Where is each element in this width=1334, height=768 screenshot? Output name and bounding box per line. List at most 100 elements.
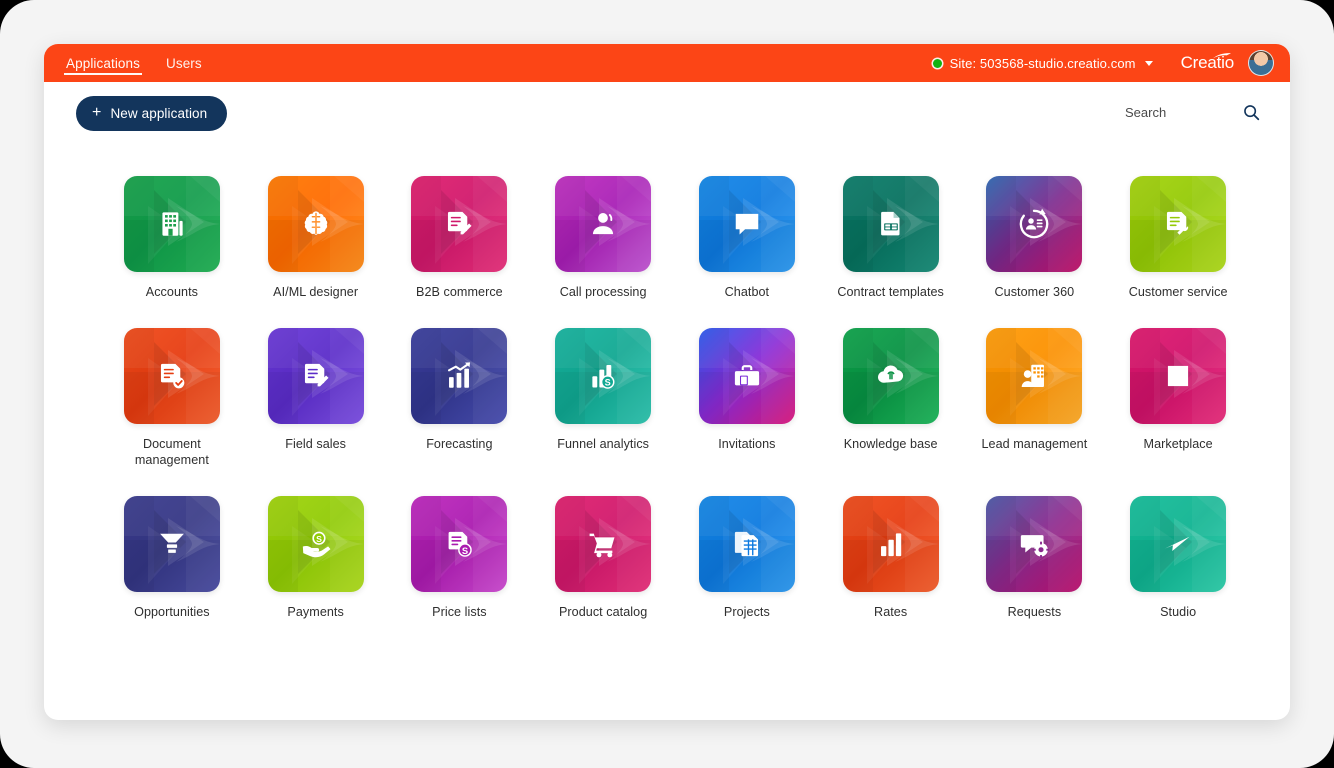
brain-icon [268,176,364,272]
app-tile-art [1130,176,1227,272]
tab-users[interactable]: Users [164,44,204,82]
chart-money-icon: S [555,328,651,424]
app-tile-label: Projects [723,605,770,619]
white-square-icon [1130,328,1226,424]
tab-applications-label: Applications [66,55,140,71]
app-tile-customer-360[interactable]: Customer 360 [963,176,1107,300]
document-wrench-icon [1130,176,1226,272]
document-edit-icon [411,176,507,272]
document-table-icon [843,176,939,272]
app-tile-label: Requests [1007,605,1062,619]
app-tile-art [267,328,364,424]
creatio-logo: Creatio [1181,53,1235,73]
new-application-label: New application [110,106,208,121]
app-tile-label: Forecasting [426,437,493,451]
app-tile-label: Lead management [981,437,1088,451]
app-window: Applications Users Site: 503568-studio.c… [44,44,1290,720]
app-tile-call-processing[interactable]: Call processing [531,176,675,300]
app-tile-art: S [555,328,652,424]
app-tile-document-management[interactable]: Document management [100,328,244,468]
app-tile-label: Customer service [1128,285,1228,299]
briefcase-icon [699,328,795,424]
app-tile-marketplace[interactable]: Marketplace [1106,328,1250,468]
app-tile-label: Opportunities [134,605,210,619]
app-tile-label: Product catalog [558,605,648,619]
svg-text:S: S [316,534,322,544]
new-application-button[interactable]: + New application [76,96,228,131]
app-tile-field-sales[interactable]: Field sales [244,328,388,468]
site-status-dot [932,58,942,68]
app-tile-art [123,176,220,272]
top-navigation-bar: Applications Users Site: 503568-studio.c… [44,44,1290,82]
app-tile-invitations[interactable]: Invitations [675,328,819,468]
app-tile-label: Knowledge base [843,437,938,451]
app-tile-art [555,496,652,592]
app-tile-label: Marketplace [1143,437,1213,451]
avatar[interactable] [1248,50,1274,76]
app-tile-forecasting[interactable]: Forecasting [388,328,532,468]
app-tile-art [555,176,652,272]
app-tile-art [986,176,1083,272]
tab-applications[interactable]: Applications [64,44,142,82]
headset-agent-icon [555,176,651,272]
project-sheet-icon [699,496,795,592]
nav-tabs: Applications Users [64,44,226,82]
app-tile-label: B2B commerce [416,285,503,299]
plus-icon: + [92,104,102,121]
app-tile-label: Field sales [285,437,346,451]
app-tile-price-lists[interactable]: S Price lists [388,496,532,620]
app-tile-art [267,176,364,272]
app-tile-chatbot[interactable]: Chatbot [675,176,819,300]
document-check-icon [124,328,220,424]
shopping-cart-icon [555,496,651,592]
app-tile-projects[interactable]: Projects [675,496,819,620]
app-tile-customer-service[interactable]: Customer service [1106,176,1250,300]
app-tile-b2b-commerce[interactable]: B2B commerce [388,176,532,300]
app-tile-payments[interactable]: S Payments [244,496,388,620]
toolbar: + New application [44,82,1290,144]
app-tile-label: Accounts [145,285,198,299]
app-tile-art [986,496,1083,592]
svg-text:S: S [605,378,611,388]
site-selector[interactable]: Site: 503568-studio.creatio.com [932,55,1153,71]
site-label: Site: 503568-studio.creatio.com [949,55,1136,71]
app-tile-art [1130,496,1227,592]
app-tile-art [123,496,220,592]
app-tile-rates[interactable]: Rates [819,496,963,620]
app-tile-art [842,176,939,272]
top-bar-right: Site: 503568-studio.creatio.com Creatio [932,44,1290,82]
app-tile-accounts[interactable]: Accounts [100,176,244,300]
app-tile-product-catalog[interactable]: Product catalog [531,496,675,620]
app-tile-label: Contract templates [837,285,944,299]
app-tile-art [986,328,1083,424]
application-grid: Accounts AI/ML designer B2B commerce Call p… [100,176,1250,620]
funnel-icon [124,496,220,592]
tab-users-label: Users [166,55,202,71]
app-tile-contract-templates[interactable]: Contract templates [819,176,963,300]
ticket-gear-icon [986,496,1082,592]
app-tile-art [698,328,795,424]
app-tile-label: Payments [287,605,344,619]
app-tile-label: Studio [1160,605,1197,619]
customer-refresh-icon [986,176,1082,272]
chevron-down-icon [1144,60,1153,66]
app-tile-funnel-analytics[interactable]: S Funnel analytics [531,328,675,468]
device-frame: Applications Users Site: 503568-studio.c… [0,0,1334,768]
app-tile-art [698,176,795,272]
cloud-bulb-icon [843,328,939,424]
app-tile-ai-ml-designer[interactable]: AI/ML designer [244,176,388,300]
app-tile-label: Call processing [559,285,647,299]
bar-chart-trend-icon [411,328,507,424]
search-icon[interactable] [1243,104,1260,121]
app-tile-label: Document management [134,437,209,467]
app-tile-label: Funnel analytics [557,437,650,451]
app-tile-studio[interactable]: Studio [1106,496,1250,620]
app-tile-lead-management[interactable]: Lead management [963,328,1107,468]
search-input[interactable] [1125,105,1211,120]
app-tile-requests[interactable]: Requests [963,496,1107,620]
studio-arrow-icon [1130,496,1226,592]
price-document-icon: S [411,496,507,592]
app-tile-opportunities[interactable]: Opportunities [100,496,244,620]
app-tile-label: Chatbot [724,285,770,299]
app-tile-knowledge-base[interactable]: Knowledge base [819,328,963,468]
